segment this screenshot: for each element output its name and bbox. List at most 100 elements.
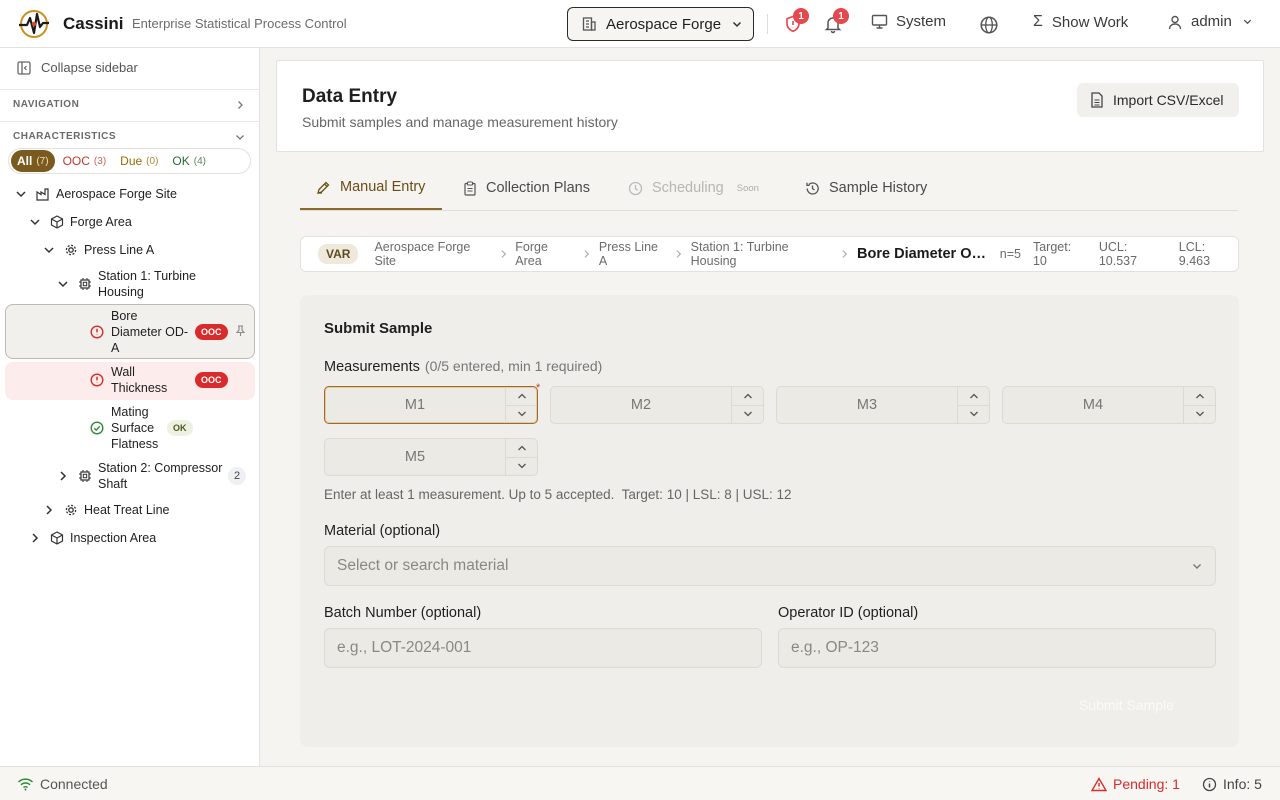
increment-button[interactable] [506,387,537,405]
chevron-up-icon [517,445,526,451]
filter-ok[interactable]: OK (4) [166,150,212,172]
tree-node-line[interactable]: Press Line A [43,242,154,258]
tree-node-area[interactable]: Forge Area [29,214,132,230]
info-label: Info: 5 [1223,776,1262,792]
batch-number-label: Batch Number (optional) [324,605,482,621]
filter-label: Due [120,154,143,168]
decrement-button[interactable] [732,404,763,424]
measurement-placeholder: M3 [856,397,878,413]
breadcrumb-item[interactable]: Forge Area [515,240,575,268]
form-title: Submit Sample [324,320,433,337]
gear-icon [65,504,77,516]
filter-ooc[interactable]: OOC (3) [57,150,113,172]
submit-sample-form: Submit Sample Measurements (0/5 entered, … [300,295,1239,747]
increment-button[interactable] [1184,387,1215,405]
characteristics-section-label[interactable]: CHARACTERISTICS [13,131,116,142]
tab-manual-entry[interactable]: Manual Entry [300,166,442,210]
filter-due[interactable]: Due (0) [114,150,164,172]
operator-id-label: Operator ID (optional) [778,605,919,621]
tab-label: Scheduling [652,180,724,196]
system-button[interactable]: System [871,13,946,30]
measurement-input-m5[interactable]: M5 [324,438,538,476]
target-value: Target: 10 [1032,240,1072,268]
filter-count: (7) [36,155,49,167]
increment-button[interactable] [506,439,537,457]
tree-node-line-2[interactable]: Heat Treat Line [43,502,169,518]
ooc-status-badge: OOC [195,324,228,340]
measurement-placeholder: M1 [404,397,426,413]
chevron-down-icon [517,411,526,417]
collapse-sidebar-label: Collapse sidebar [41,60,138,75]
soon-tag: Soon [736,182,759,194]
gear-icon [65,244,77,256]
measurement-input-m1[interactable]: M1 [324,386,538,424]
divider [0,121,259,122]
show-work-button[interactable]: Σ Show Work [1033,13,1128,31]
measurement-input-m2[interactable]: M2 [550,386,764,424]
import-csv-button[interactable]: Import CSV/Excel [1077,83,1239,117]
measurement-input-m3[interactable]: M3 [776,386,990,424]
batch-number-input[interactable]: e.g., LOT-2024-001 [324,628,762,668]
decrement-button[interactable] [1184,404,1215,424]
violations-badge: 1 [793,8,809,24]
cassini-logo-icon [19,10,49,38]
chevron-down-icon [733,21,742,28]
submit-sample-button[interactable]: Submit Sample [1079,697,1174,713]
chevron-down-icon [517,463,526,469]
breadcrumb-item[interactable]: Aerospace Forge Site [374,240,491,268]
chevron-right-icon[interactable] [235,100,245,110]
tab-collection-plans[interactable]: Collection Plans [463,166,590,210]
info-indicator[interactable]: Info: 5 [1202,776,1262,792]
plant-selector[interactable]: Aerospace Forge [567,7,754,41]
measurement-input-m4[interactable]: M4 [1002,386,1216,424]
increment-button[interactable] [732,387,763,405]
measurement-placeholder: M5 [404,449,426,465]
page-header: Data Entry Submit samples and manage mea… [276,60,1264,152]
globe-icon[interactable] [979,15,999,35]
history-icon [806,181,819,195]
characteristic-label[interactable]: Mating Surface Flatness [111,404,165,452]
tree-node-site[interactable]: Aerospace Forge Site [15,186,177,202]
material-select[interactable]: Select or search material [324,546,1216,586]
increment-button[interactable] [958,387,989,405]
tree-node-area-2[interactable]: Inspection Area [29,530,156,546]
pending-indicator[interactable]: Pending: 1 [1091,776,1180,792]
tree-node-label: Station 2: Compressor Shaft [98,461,223,491]
breadcrumb-item[interactable]: Press Line A [599,240,667,268]
operator-id-input[interactable]: e.g., OP-123 [778,628,1216,668]
tree-node-label: Aerospace Forge Site [56,187,177,201]
measurements-label-text: Measurements [324,359,420,375]
tree-node-label: Press Line A [84,243,155,257]
warning-triangle-icon [1091,776,1107,791]
filter-count: (4) [193,155,206,167]
breadcrumb-item[interactable]: Station 1: Turbine Housing [691,240,834,268]
divider [0,89,259,90]
chevron-right-icon [584,250,590,258]
ooc-status-badge: OOC [195,372,228,388]
navigation-section-label[interactable]: NAVIGATION [13,99,79,110]
user-name: admin [1191,13,1232,30]
pending-label: Pending: 1 [1113,776,1180,792]
decrement-button[interactable] [958,404,989,424]
chevron-up-icon [969,393,978,399]
user-menu[interactable]: admin [1167,13,1261,30]
tree-node-station-1[interactable]: Station 1: Turbine Housing [57,268,197,300]
decrement-button[interactable] [506,404,537,424]
tab-sample-history[interactable]: Sample History [805,166,927,210]
chevron-up-icon [1195,393,1204,399]
tree-node-station-2[interactable]: Station 2: Compressor Shaft [57,460,237,492]
box-icon [50,215,64,229]
chevron-down-icon [58,281,68,288]
chevron-down-icon[interactable] [235,132,245,142]
pen-icon [317,181,330,194]
measurements-label: Measurements (0/5 entered, min 1 required… [324,358,602,375]
top-bar: Cassini Enterprise Statistical Process C… [0,0,1280,48]
chevron-up-icon [743,393,752,399]
show-work-label: Show Work [1051,13,1129,31]
decrement-button[interactable] [506,456,537,476]
filter-all[interactable]: All (7) [11,150,55,172]
stepper [957,387,989,423]
pin-icon[interactable] [235,325,246,337]
collapse-sidebar-button[interactable]: Collapse sidebar [17,60,138,75]
factory-icon [36,188,49,201]
